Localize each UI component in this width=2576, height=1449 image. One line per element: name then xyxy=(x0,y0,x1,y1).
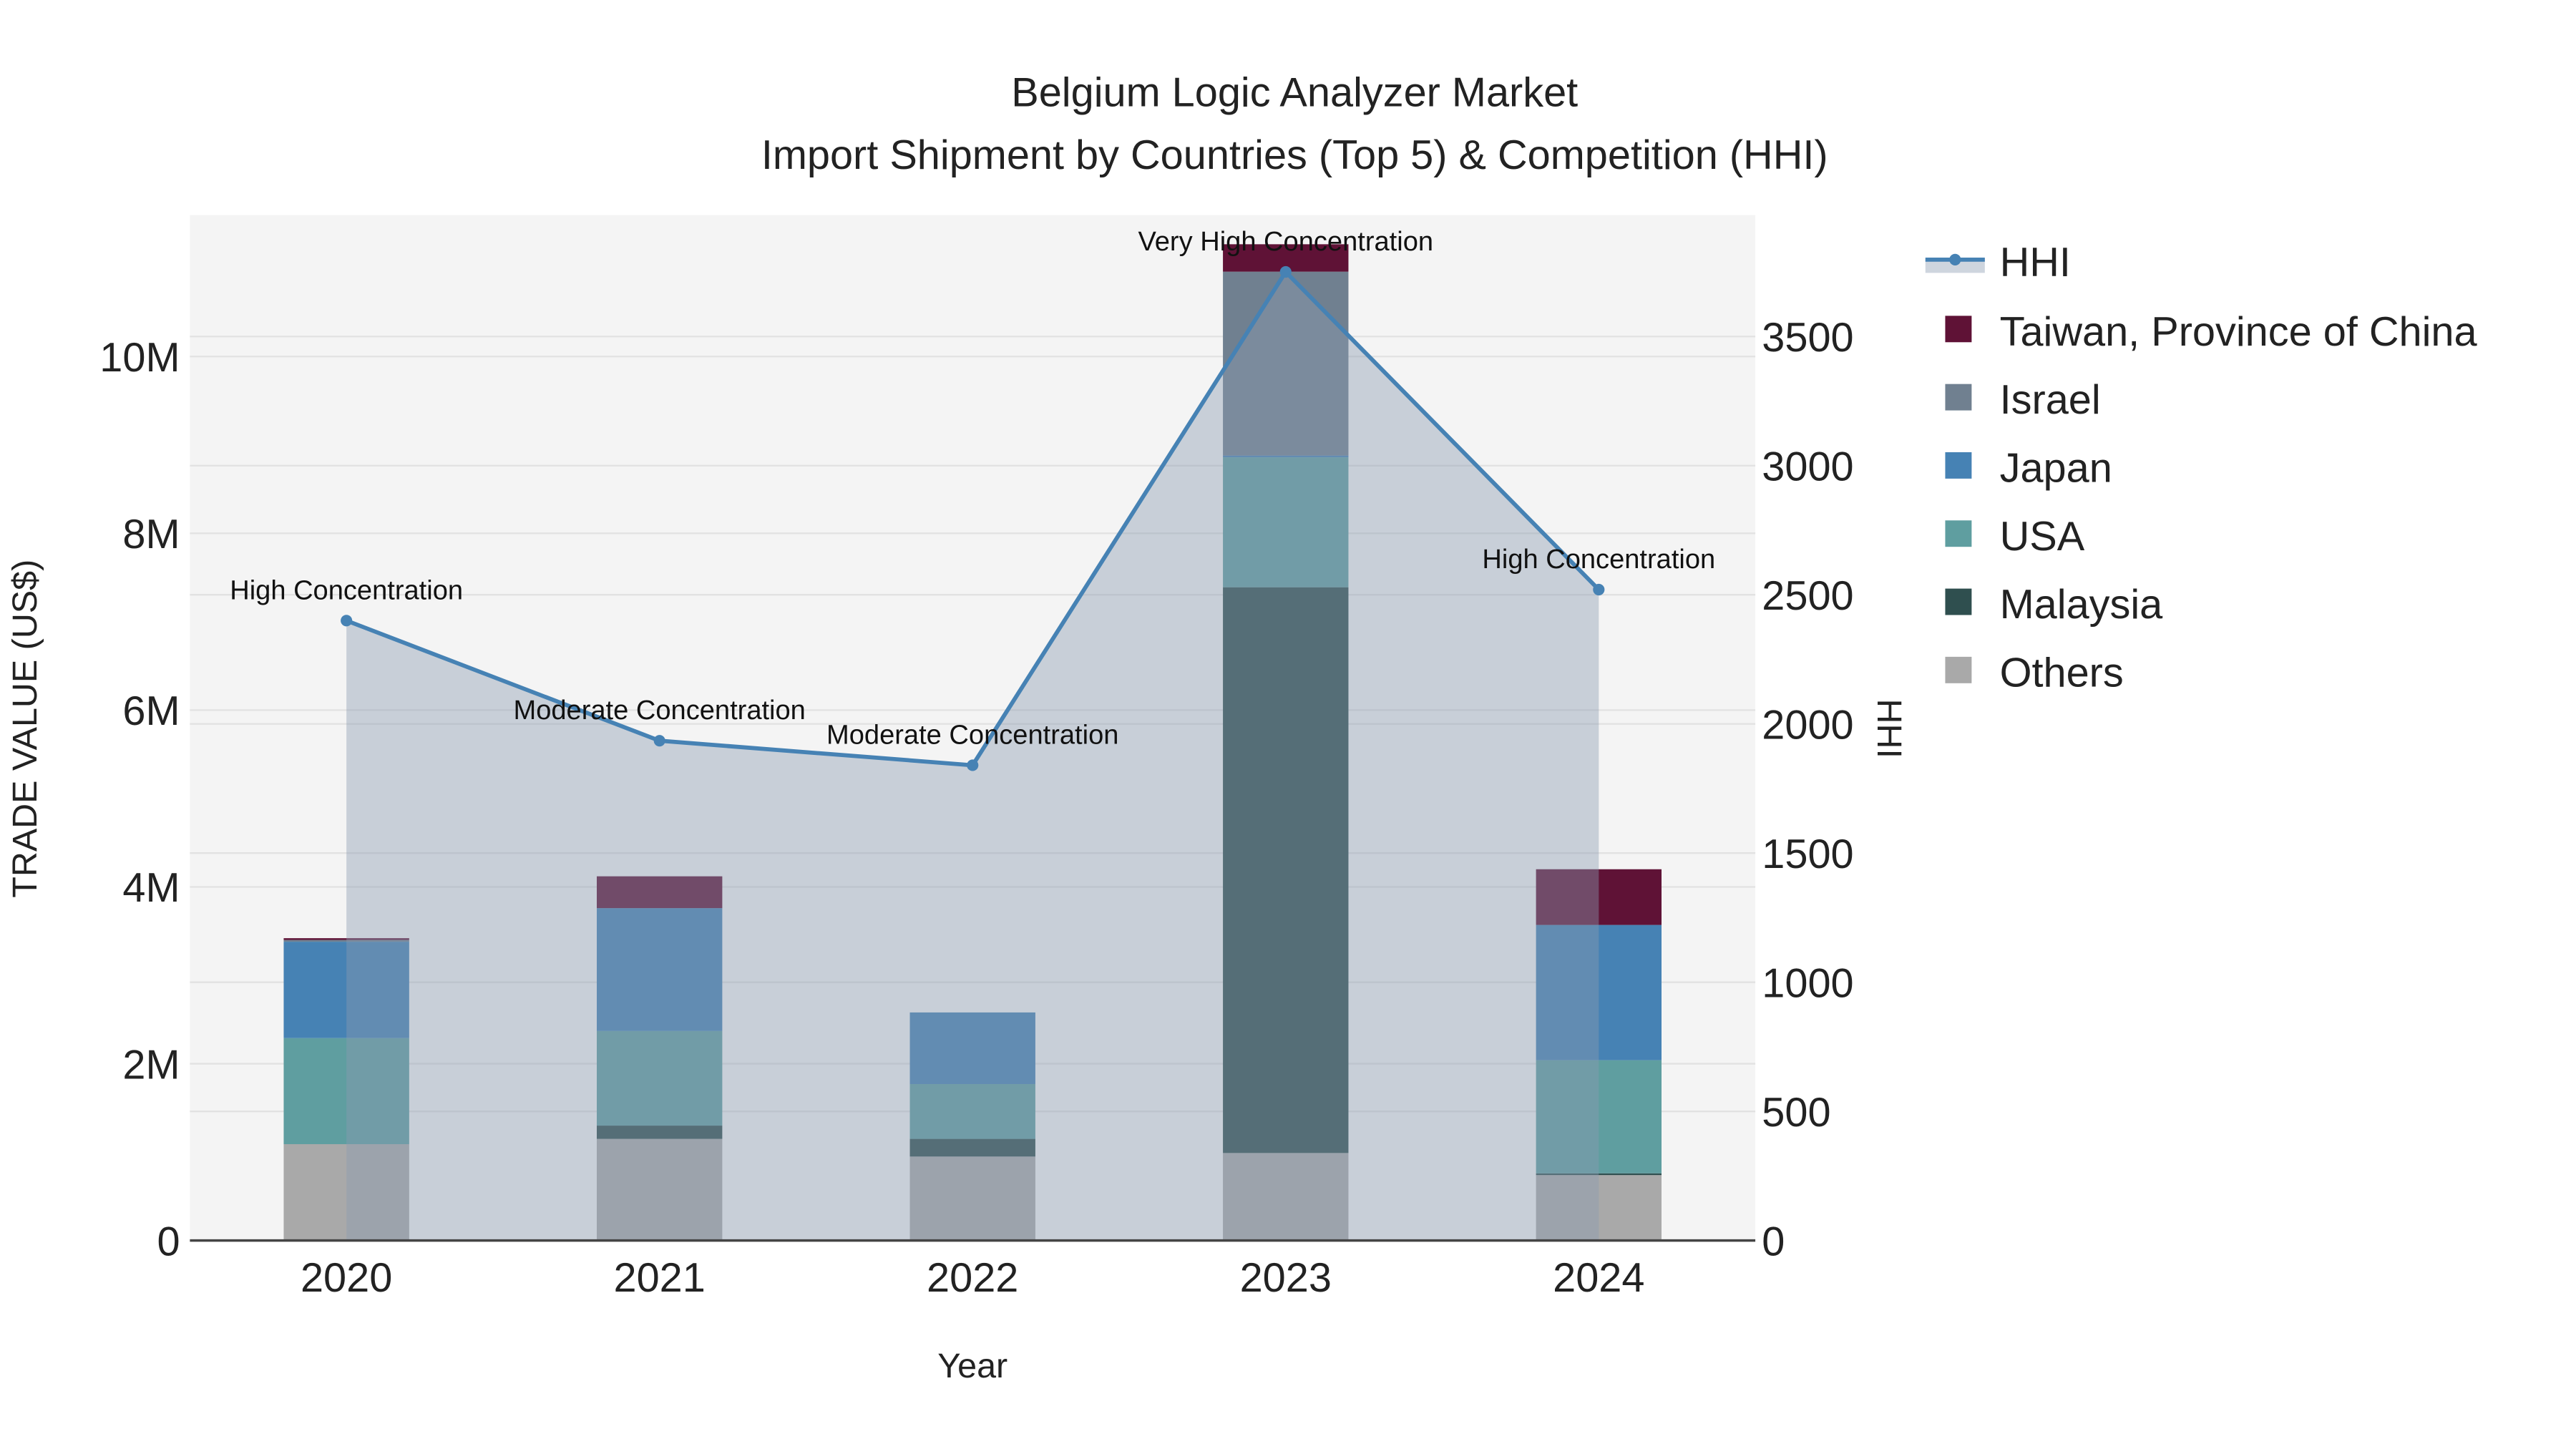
hhi-annotation: Moderate Concentration xyxy=(514,696,806,726)
legend-swatch-usa xyxy=(1945,520,1972,547)
legend-label-hhi: HHI xyxy=(2000,240,2071,286)
y-tick-label: 2M xyxy=(122,1042,180,1088)
hhi-annotation: Very High Concentration xyxy=(1138,227,1433,257)
chart-subtitle: Import Shipment by Countries (Top 5) & C… xyxy=(761,132,1828,178)
legend-swatch-malaysia xyxy=(1945,588,1972,615)
y-tick-label: 10M xyxy=(99,335,180,381)
x-tick-label: 2020 xyxy=(301,1255,392,1301)
legend-label: Others xyxy=(2000,650,2124,696)
y2-tick-label: 0 xyxy=(1762,1219,1785,1264)
chart: Belgium Logic Analyzer Market Import Shi… xyxy=(6,69,2478,1385)
chart-title: Belgium Logic Analyzer Market xyxy=(1011,69,1578,115)
legend-label: USA xyxy=(2000,514,2085,560)
hhi-point-2022 xyxy=(967,759,979,771)
hhi-annotation: High Concentration xyxy=(1482,545,1715,575)
x-axis-title: Year xyxy=(937,1347,1008,1385)
hhi-point-2021 xyxy=(653,735,665,747)
y-tick-label: 6M xyxy=(122,688,180,734)
legend-label: Japan xyxy=(2000,446,2112,492)
y2-tick-label: 1000 xyxy=(1762,960,1853,1006)
hhi-annotation: Moderate Concentration xyxy=(826,720,1118,750)
legend-swatch-taiwan-province-of-china xyxy=(1945,316,1972,343)
x-tick-label: 2024 xyxy=(1553,1255,1644,1301)
x-tick-label: 2021 xyxy=(614,1255,706,1301)
x-tick-label: 2023 xyxy=(1240,1255,1332,1301)
legend-label: Israel xyxy=(2000,377,2101,423)
legend-hhi-marker xyxy=(1949,253,1961,265)
hhi-point-2023 xyxy=(1279,265,1292,278)
hhi-annotation: High Concentration xyxy=(230,575,463,605)
legend-swatch-japan xyxy=(1945,452,1972,479)
legend: HHI Taiwan, Province of China Israel Japan U… xyxy=(1925,240,2478,696)
y2-tick-label: 3000 xyxy=(1762,444,1853,489)
y-tick-label: 0 xyxy=(157,1219,180,1264)
y-tick-label: 4M xyxy=(122,865,180,911)
x-tick-label: 2022 xyxy=(927,1255,1018,1301)
y2-tick-label: 500 xyxy=(1762,1090,1830,1136)
y2-axis-title: HHI xyxy=(1870,699,1908,758)
legend-label: Malaysia xyxy=(2000,582,2164,628)
hhi-point-2020 xyxy=(341,615,353,627)
y2-tick-label: 3500 xyxy=(1762,315,1853,361)
y2-tick-label: 2000 xyxy=(1762,702,1853,748)
hhi-point-2024 xyxy=(1593,583,1605,596)
y-tick-label: 8M xyxy=(122,512,180,557)
y2-tick-label: 1500 xyxy=(1762,831,1853,877)
legend-swatch-others xyxy=(1945,656,1972,683)
legend-swatch-israel xyxy=(1945,384,1972,411)
legend-label: Taiwan, Province of China xyxy=(2000,309,2478,355)
y-axis-title: TRADE VALUE (US$) xyxy=(6,560,44,898)
y2-tick-label: 2500 xyxy=(1762,573,1853,619)
